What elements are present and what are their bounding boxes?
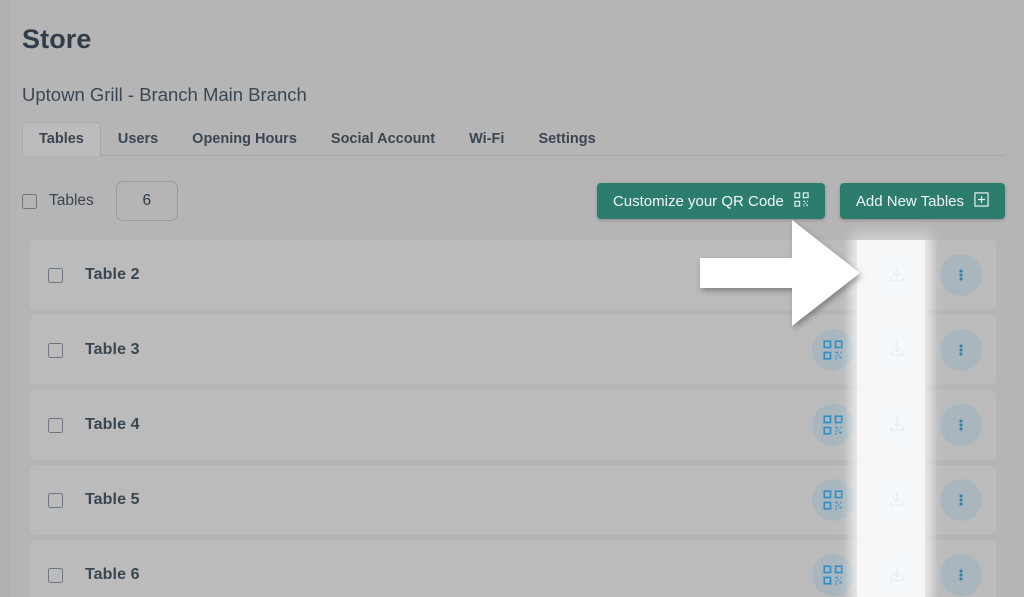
more-vertical-icon[interactable] <box>940 479 982 521</box>
row-checkbox[interactable] <box>48 417 63 433</box>
qr-code-icon[interactable] <box>812 479 854 521</box>
table-row[interactable]: Table 3 <box>30 315 996 385</box>
more-vertical-icon[interactable] <box>940 329 982 371</box>
tab-label: Users <box>117 131 159 147</box>
download-icon[interactable] <box>876 479 918 521</box>
table-name: Table 5 <box>85 491 140 508</box>
table-name: Table 6 <box>85 566 140 583</box>
more-vertical-icon[interactable] <box>940 554 982 596</box>
select-all-label: Tables <box>49 192 94 209</box>
more-vertical-icon[interactable] <box>940 404 982 446</box>
row-checkbox[interactable] <box>48 492 63 508</box>
select-all-group: Tables <box>22 192 94 210</box>
add-new-tables-button[interactable]: Add New Tables <box>839 183 1005 219</box>
plus-square-icon <box>974 192 989 210</box>
row-checkbox[interactable] <box>48 267 63 283</box>
table-row[interactable]: Table 2 <box>30 240 996 310</box>
add-new-tables-label: Add New Tables <box>855 192 964 210</box>
qr-code-icon[interactable] <box>812 404 854 446</box>
tab-social-account[interactable]: Social Account <box>314 122 452 155</box>
table-name: Table 2 <box>85 266 140 283</box>
qr-code-icon <box>794 192 809 210</box>
row-checkbox[interactable] <box>48 567 63 583</box>
more-vertical-icon[interactable] <box>940 254 982 296</box>
dimmed-page-overlay: Store Uptown Grill - Branch Main Branch … <box>0 0 1024 597</box>
download-icon[interactable] <box>876 329 918 371</box>
tables-toolbar: Tables 6 Customize your QR Code Add New … <box>22 175 1005 227</box>
download-icon[interactable] <box>876 554 918 596</box>
select-all-checkbox[interactable] <box>22 193 37 209</box>
qr-code-icon[interactable] <box>812 329 854 371</box>
table-row[interactable]: Table 5 <box>30 465 996 535</box>
download-icon[interactable] <box>876 254 918 296</box>
tab-tables[interactable]: Tables <box>22 122 101 156</box>
tables-count-value: 6 <box>142 192 152 209</box>
store-page: Store Uptown Grill - Branch Main Branch … <box>0 0 1024 597</box>
table-name: Table 3 <box>85 341 140 358</box>
tables-count-input[interactable]: 6 <box>115 181 178 221</box>
customize-qr-code-button[interactable]: Customize your QR Code <box>596 183 825 219</box>
tab-bar: Tables Users Opening Hours Social Accoun… <box>22 122 1005 156</box>
tab-settings[interactable]: Settings <box>521 122 612 155</box>
tab-wifi[interactable]: Wi-Fi <box>452 122 521 155</box>
tab-label: Tables <box>39 131 84 147</box>
tab-label: Opening Hours <box>192 131 297 147</box>
table-name: Table 4 <box>85 416 140 433</box>
branch-subtitle: Uptown Grill - Branch Main Branch <box>22 84 307 105</box>
table-row[interactable]: Table 4 <box>30 390 996 460</box>
qr-code-icon[interactable] <box>812 554 854 596</box>
tab-label: Wi-Fi <box>469 131 505 147</box>
row-checkbox[interactable] <box>48 342 63 358</box>
tab-label: Social Account <box>330 131 436 147</box>
download-icon[interactable] <box>876 404 918 446</box>
table-row[interactable]: Table 6 <box>30 540 996 597</box>
tab-opening-hours[interactable]: Opening Hours <box>175 122 314 155</box>
customize-qr-label: Customize your QR Code <box>612 192 784 210</box>
tab-users[interactable]: Users <box>101 122 175 155</box>
tab-label: Settings <box>538 131 596 147</box>
page-title: Store <box>22 24 92 54</box>
tables-list: Table 2 Table 3 Table 4 Table 5 Table 6 <box>30 240 996 597</box>
